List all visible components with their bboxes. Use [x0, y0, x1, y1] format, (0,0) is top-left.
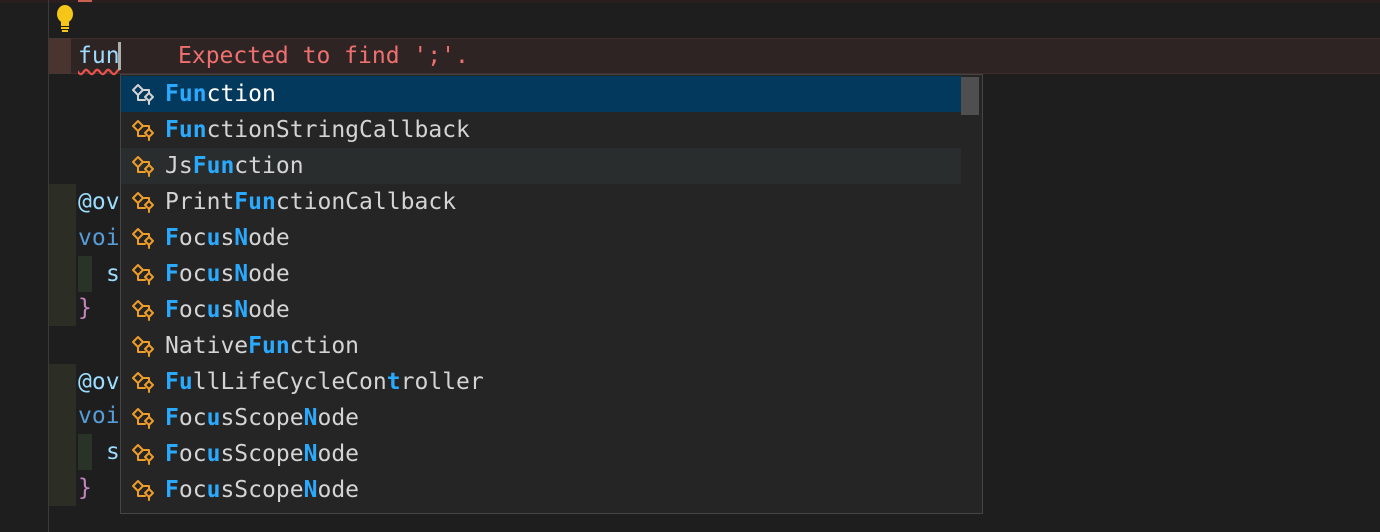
suggestion-item[interactable]: NativeFunction [121, 328, 961, 364]
previous-line-error-strip [0, 0, 1380, 3]
code-editor[interactable]: fun Expected to find ';'. @ov voi s } @o… [0, 0, 1380, 532]
lightbulb-icon[interactable] [54, 4, 76, 32]
indent-guide-1 [78, 256, 92, 292]
text-cursor [118, 42, 121, 70]
suggestion-label: FocusScopeNode [165, 477, 360, 503]
suggestion-label: NativeFunction [165, 333, 360, 359]
class-icon [132, 300, 154, 321]
suggestion-label: FocusScopeNode [165, 405, 360, 431]
class-icon [132, 228, 154, 249]
suggestion-item[interactable]: FocusScopeNode [121, 400, 961, 436]
suggestion-item[interactable]: FocusNode [121, 220, 961, 256]
statement-2[interactable]: s [106, 434, 120, 470]
suggestion-label: JsFunction [165, 153, 304, 179]
suggestion-item[interactable]: FocusScopeNode [121, 436, 961, 472]
closing-brace-1[interactable]: } [78, 290, 92, 326]
class-icon [132, 192, 154, 213]
suggestion-label: FullLifeCycleController [165, 369, 484, 395]
inline-diagnostic: Expected to find ';'. [178, 43, 469, 69]
statement-1[interactable]: s [106, 256, 120, 292]
suggestion-label: FocusNode [165, 225, 290, 251]
suggestion-item[interactable]: FocusNode [121, 292, 961, 328]
suggestion-scrollbar[interactable] [961, 75, 981, 513]
indent-guide-2 [78, 434, 92, 470]
previous-line-squiggle [78, 0, 92, 2]
keyword-void-1[interactable]: voi [78, 220, 120, 256]
error-gutter-marker [49, 38, 71, 74]
closing-brace-2[interactable]: } [78, 470, 92, 506]
class-icon [132, 480, 154, 501]
class-icon [132, 444, 154, 465]
block-gutter-2 [49, 364, 76, 506]
block-gutter-1 [49, 184, 76, 326]
suggestion-item[interactable]: FullLifeCycleController [121, 364, 961, 400]
class-icon [132, 408, 154, 429]
keyword-void-2[interactable]: voi [78, 398, 120, 434]
class-icon [132, 336, 154, 357]
suggestion-label: FocusNode [165, 297, 290, 323]
class-icon [132, 156, 154, 177]
suggestion-label: FocusScopeNode [165, 441, 360, 467]
suggestion-item[interactable]: FunctionStringCallback [121, 112, 961, 148]
suggestion-item[interactable]: FocusNode [121, 256, 961, 292]
suggestion-label: FocusNode [165, 261, 290, 287]
typed-text[interactable]: fun [78, 38, 120, 74]
suggestion-item[interactable]: FocusScopeNode [121, 472, 961, 508]
class-icon [132, 84, 154, 105]
suggestion-label: Function [165, 81, 276, 107]
scrollbar-thumb[interactable] [961, 77, 979, 115]
suggestion-label: PrintFunctionCallback [165, 189, 457, 215]
suggestion-item[interactable]: Function [121, 76, 961, 112]
class-icon [132, 120, 154, 141]
class-icon [132, 372, 154, 393]
class-icon [132, 264, 154, 285]
annotation-override-2[interactable]: @ov [78, 364, 120, 400]
annotation-override-1[interactable]: @ov [78, 184, 120, 220]
suggestion-item[interactable]: PrintFunctionCallback [121, 184, 961, 220]
suggestion-widget[interactable]: Function FunctionStringCallback JsFuncti… [120, 74, 983, 514]
suggestion-item[interactable]: JsFunction [121, 148, 961, 184]
suggestion-label: FunctionStringCallback [165, 117, 470, 143]
